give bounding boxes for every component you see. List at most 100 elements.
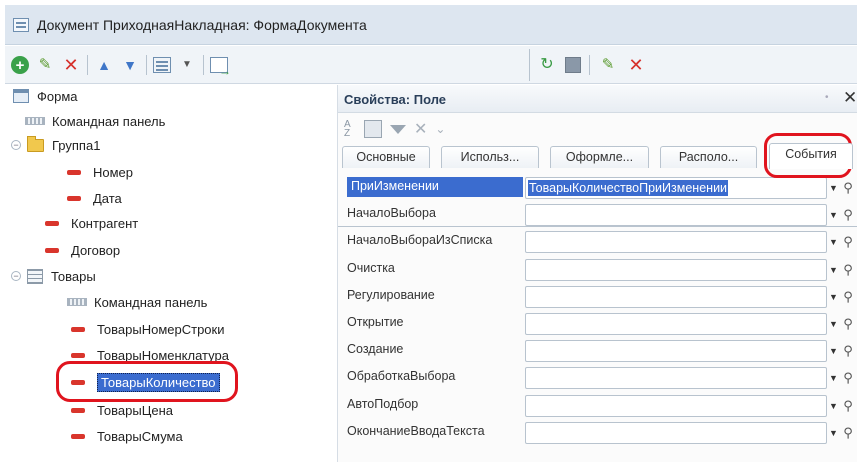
chevron-down-icon[interactable]: ⌄ <box>435 122 445 136</box>
form-preview-icon[interactable] <box>210 57 231 78</box>
panel-pin-icon[interactable]: • <box>825 92 829 103</box>
tree-node-label: ТоварыСмума <box>97 428 183 444</box>
event-row-creating[interactable]: Создание ▼ ⚲ <box>341 338 857 365</box>
toolbar-separator <box>203 55 204 75</box>
collapse-toggle-icon[interactable]: − <box>11 271 21 281</box>
event-row-start-list-choice[interactable]: НачалоВыбораИзСписка ▼ ⚲ <box>341 229 857 256</box>
move-up-icon[interactable]: ▲ <box>94 55 114 75</box>
tree-node-goods[interactable]: − Товары <box>11 265 96 287</box>
edit-icon[interactable]: ✎ <box>35 55 55 75</box>
tree-node-group1[interactable]: − Группа1 <box>11 134 100 156</box>
field-icon <box>71 326 85 332</box>
tree-node-contract[interactable]: Договор <box>45 239 120 261</box>
dropdown-arrow-icon[interactable]: ▼ <box>827 395 840 417</box>
event-row-on-change[interactable]: ПриИзменении ТоварыКоличествоПриИзменени… <box>341 175 857 202</box>
event-handler-field[interactable] <box>525 285 827 308</box>
dropdown-arrow-icon[interactable]: ▼ <box>827 340 840 362</box>
tree-node-label: Контрагент <box>71 215 139 231</box>
event-handler-field[interactable] <box>525 258 827 281</box>
search-icon[interactable]: ⚲ <box>841 204 855 226</box>
dropdown-arrow-icon[interactable]: ▼ <box>827 313 840 335</box>
event-name: ОкончаниеВводаТекста <box>347 423 485 438</box>
event-handler-field[interactable] <box>525 367 827 390</box>
search-icon[interactable]: ⚲ <box>841 395 855 417</box>
tree-node-label: Командная панель <box>52 113 166 129</box>
dropdown-arrow-icon[interactable]: ▼ <box>827 367 840 389</box>
dropdown-arrow-icon[interactable]: ▼ <box>827 422 840 444</box>
dropdown-arrow-icon[interactable]: ▼ <box>827 231 840 253</box>
clear-icon[interactable]: ✕ <box>414 119 427 139</box>
event-name: Создание <box>347 342 404 357</box>
properties-tabs: Основные Использ... Оформле... Располо..… <box>338 143 857 227</box>
search-icon[interactable]: ⚲ <box>841 286 855 308</box>
properties-titlebar: Свойства: Поле • ✕ <box>338 85 857 113</box>
tree-node-label: Дата <box>93 190 122 206</box>
tree-node-label: ТоварыНомерСтроки <box>97 321 225 337</box>
tree-node-number[interactable]: Номер <box>67 161 133 183</box>
field-icon <box>71 433 85 439</box>
search-icon[interactable]: ⚲ <box>841 340 855 362</box>
event-name: Очистка <box>347 260 395 275</box>
tab-layout[interactable]: Располо... <box>660 146 757 168</box>
event-handler-field[interactable] <box>525 340 827 363</box>
search-icon[interactable]: ⚲ <box>841 177 855 199</box>
event-handler-field[interactable] <box>525 394 827 417</box>
refresh-icon[interactable]: ↻ <box>537 55 557 75</box>
search-icon[interactable]: ⚲ <box>841 231 855 253</box>
tree-node-command-panel[interactable]: Командная панель <box>25 110 165 132</box>
search-icon[interactable]: ⚲ <box>841 313 855 335</box>
list-view-icon[interactable] <box>153 57 171 73</box>
search-icon[interactable]: ⚲ <box>841 259 855 281</box>
form-elements-tree: Форма Командная панель − Группа1 Номер Д… <box>5 85 330 462</box>
tree-node-form[interactable]: Форма <box>13 85 78 107</box>
event-row-choice-processing[interactable]: ОбработкаВыбора ▼ ⚲ <box>341 365 857 392</box>
tree-node-goods-sum[interactable]: ТоварыСмума <box>71 425 183 447</box>
field-icon <box>71 352 85 358</box>
tree-node-counterparty[interactable]: Контрагент <box>45 212 138 234</box>
event-handler-field[interactable]: ТоварыКоличествоПриИзменении <box>525 177 827 199</box>
event-handler-field[interactable] <box>525 312 827 335</box>
sort-alphabetical-icon[interactable]: AZ <box>344 120 356 139</box>
event-name: Открытие <box>347 314 404 329</box>
collapse-toggle-icon[interactable]: − <box>11 140 21 150</box>
search-icon[interactable]: ⚲ <box>841 367 855 389</box>
event-row-text-edit-end[interactable]: ОкончаниеВводаТекста ▼ ⚲ <box>341 420 857 447</box>
delete-icon[interactable]: ✕ <box>61 55 81 75</box>
tree-node-goods-line-number[interactable]: ТоварыНомерСтроки <box>71 318 225 340</box>
event-row-start-choice[interactable]: НачалоВыбора ▼ ⚲ <box>341 202 857 229</box>
move-down-icon[interactable]: ▼ <box>120 55 140 75</box>
tree-node-goods-price[interactable]: ТоварыЦена <box>71 399 173 421</box>
tree-node-label: Договор <box>71 242 121 258</box>
dropdown-icon[interactable]: ▼ <box>177 55 197 75</box>
dropdown-arrow-icon[interactable]: ▼ <box>827 177 840 199</box>
event-row-opening[interactable]: Открытие ▼ ⚲ <box>341 311 857 338</box>
tab-events[interactable]: События <box>769 143 853 169</box>
toolbar-separator <box>87 55 88 75</box>
delete-icon[interactable]: ✕ <box>626 55 646 75</box>
document-icon[interactable] <box>565 57 581 73</box>
event-row-tuning[interactable]: Регулирование ▼ ⚲ <box>341 284 857 311</box>
dropdown-arrow-icon[interactable]: ▼ <box>827 286 840 308</box>
event-row-clearing[interactable]: Очистка ▼ ⚲ <box>341 257 857 284</box>
event-list: ПриИзменении ТоварыКоличествоПриИзменени… <box>341 175 857 447</box>
dropdown-arrow-icon[interactable]: ▼ <box>827 204 840 226</box>
search-icon[interactable]: ⚲ <box>841 422 855 444</box>
edit-icon[interactable]: ✎ <box>598 55 618 75</box>
tab-appearance[interactable]: Оформле... <box>550 146 649 168</box>
filter-icon[interactable] <box>390 124 406 134</box>
event-handler-field[interactable] <box>525 204 827 227</box>
close-icon[interactable]: ✕ <box>843 88 857 108</box>
add-icon[interactable]: + <box>11 56 29 74</box>
tab-usage[interactable]: Использ... <box>441 146 539 168</box>
tab-basic[interactable]: Основные <box>342 146 430 168</box>
categorized-view-icon[interactable] <box>364 120 382 138</box>
tree-node-goods-command-panel[interactable]: Командная панель <box>67 291 207 313</box>
tree-node-date[interactable]: Дата <box>67 187 122 209</box>
event-row-auto-complete[interactable]: АвтоПодбор ▼ ⚲ <box>341 393 857 420</box>
form-icon <box>13 89 29 103</box>
event-name: НачалоВыбораИзСписка <box>347 233 493 248</box>
dropdown-arrow-icon[interactable]: ▼ <box>827 259 840 281</box>
event-handler-field[interactable] <box>525 421 827 444</box>
event-handler-field[interactable] <box>525 231 827 254</box>
event-name: Регулирование <box>347 287 435 302</box>
